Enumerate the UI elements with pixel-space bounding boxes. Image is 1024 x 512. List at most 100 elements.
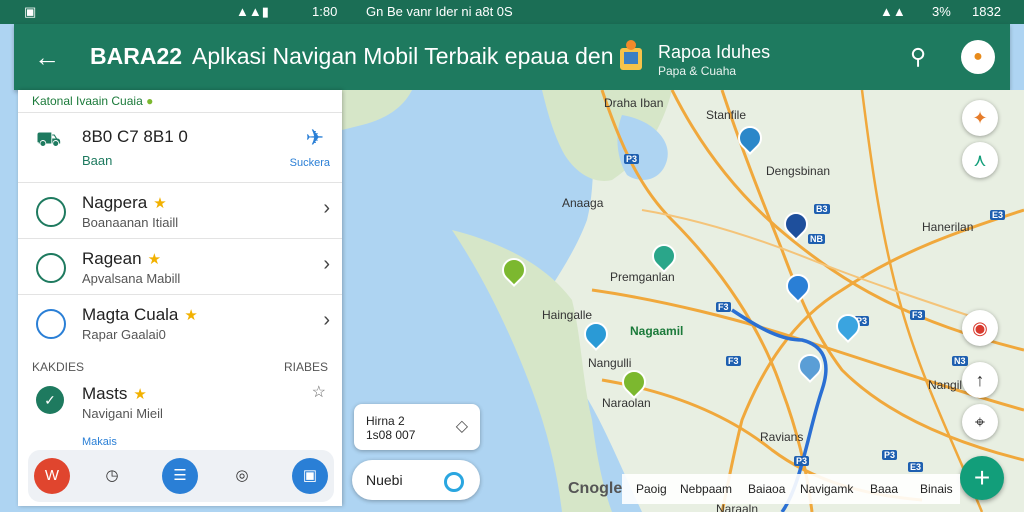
search-chip-label: Nuebi bbox=[366, 472, 403, 488]
map-label: Ravians bbox=[760, 430, 804, 444]
search-chip[interactable]: Nuebi bbox=[352, 460, 480, 500]
star-outline-icon[interactable]: ☆ bbox=[312, 382, 326, 402]
check-icon: ✓ bbox=[36, 386, 64, 414]
route-info-line2: 1s08 007 bbox=[366, 428, 416, 442]
attrib-item[interactable]: Navigamk bbox=[800, 482, 853, 496]
route-circle-icon bbox=[36, 197, 66, 227]
road-shield: P3 bbox=[882, 450, 898, 460]
map-label: Nangulli bbox=[588, 356, 632, 370]
signal-icon: ▲▲ bbox=[880, 4, 906, 19]
route-circle-icon bbox=[36, 309, 66, 339]
action-label[interactable]: Suckera bbox=[290, 157, 330, 169]
attrib-item[interactable]: Binais bbox=[920, 482, 953, 496]
list-item-title: Ragean ★ bbox=[82, 249, 162, 268]
back-icon[interactable]: ← bbox=[34, 42, 60, 73]
battery-text: 3% bbox=[932, 4, 951, 19]
page-title: Aplkasi Navigan Mobil Terbaik epaua den bbox=[192, 43, 614, 69]
car-icon: ⛟ bbox=[36, 129, 62, 151]
road-shield: B3 bbox=[814, 204, 830, 214]
chevron-right-icon[interactable]: › bbox=[323, 253, 330, 276]
menu-button[interactable]: ☰ bbox=[162, 458, 198, 494]
road-shield: F3 bbox=[716, 302, 731, 312]
road-shield: P3 bbox=[794, 456, 810, 466]
favorite-title: Masts ★ bbox=[82, 384, 147, 403]
map-label: Haingalle bbox=[542, 308, 593, 322]
speed-button[interactable]: ◷ bbox=[94, 458, 130, 494]
map-button[interactable]: ▣ bbox=[292, 458, 328, 494]
star-icon: ★ bbox=[147, 251, 162, 268]
map-label: Dengsbinan bbox=[766, 164, 831, 178]
attrib-item[interactable]: Baiaoa bbox=[748, 482, 785, 496]
route-info-line1: Hirna 2 bbox=[366, 414, 405, 428]
list-item-sub: Rapar Gaalai0 bbox=[82, 327, 166, 342]
status-bar: ▣ ▲▲▮ 1:80 Gn Be vanr Ider ni a8t 0S ▲▲ … bbox=[0, 0, 1024, 24]
bottom-toolbar: W ◷ ☰ ◎ ▣ bbox=[28, 450, 334, 502]
home-button[interactable]: W bbox=[34, 458, 70, 494]
add-button[interactable]: + bbox=[960, 456, 1004, 500]
attrib-item[interactable]: Baaa bbox=[870, 482, 898, 496]
avatar[interactable]: ● bbox=[961, 40, 995, 74]
wifi-status-icon: ▲▲▮ bbox=[236, 4, 269, 19]
app-status-icon: ▣ bbox=[24, 4, 37, 19]
camera-button[interactable]: ◎ bbox=[224, 458, 260, 494]
weather-icon bbox=[620, 40, 642, 70]
map-label: Nangil bbox=[928, 378, 963, 392]
app-name: BARA22 bbox=[90, 43, 183, 69]
search-icon[interactable]: ⚲ bbox=[910, 44, 926, 70]
status-center-text: Gn Be vanr Ider ni a8t 0S bbox=[366, 4, 513, 19]
route-circle-icon bbox=[36, 253, 66, 283]
map-label: Premganlan bbox=[610, 270, 675, 284]
list-item[interactable]: Magta Cuala ★ Rapar Gaalai0 › bbox=[18, 294, 342, 351]
list-item-sub: Apvalsana Mabill bbox=[82, 271, 181, 286]
route-icon[interactable]: ⋏ bbox=[962, 142, 998, 178]
road-shield: N3 bbox=[952, 356, 968, 366]
target-icon bbox=[444, 472, 464, 492]
star-icon: ★ bbox=[153, 195, 167, 212]
navigation-panel: Katonal Ivaain Cuaia ● ⛟ 8B0 C7 8B1 0 Ba… bbox=[18, 90, 342, 506]
current-location-sub: Baan bbox=[82, 153, 113, 168]
direction-icon: ◇ bbox=[455, 418, 468, 435]
list-item[interactable]: Nagpera ★ Boanaanan Itiaill › bbox=[18, 182, 342, 239]
weather-title: Rapoa Iduhes bbox=[658, 42, 771, 62]
list-item-title: Nagpera ★ bbox=[82, 193, 167, 212]
chevron-right-icon[interactable]: › bbox=[323, 197, 330, 220]
road-shield: E3 bbox=[990, 210, 1006, 220]
list-item-title: Magta Cuala ★ bbox=[82, 305, 198, 324]
favorite-item[interactable]: ✓ Masts ★ Navigani Mieil ☆ bbox=[18, 372, 342, 428]
current-location-row[interactable]: ⛟ 8B0 C7 8B1 0 Baan ✈ Suckera bbox=[18, 112, 342, 181]
plane-icon[interactable]: ✈ bbox=[306, 125, 324, 151]
star-icon: ★ bbox=[184, 307, 198, 324]
route-info-card[interactable]: Hirna 2 1s08 007 ◇ bbox=[354, 404, 480, 450]
attrib-item[interactable]: Nebpaam bbox=[680, 482, 732, 496]
status-time-right: 1832 bbox=[972, 4, 1001, 19]
compass-icon[interactable]: ✦ bbox=[962, 100, 998, 136]
star-icon: ★ bbox=[133, 386, 147, 403]
attrib-item[interactable]: Paoig bbox=[636, 482, 667, 496]
map-attribution-bar: Paoig Nebpaam Baiaoa Navigamk Baaa Binai… bbox=[622, 474, 960, 504]
list-item-sub: Boanaanan Itiaill bbox=[82, 215, 179, 230]
road-shield: F3 bbox=[726, 356, 741, 366]
status-time-left: 1:80 bbox=[312, 4, 338, 19]
panel-header: Katonal Ivaain Cuaia ● bbox=[32, 94, 154, 108]
favorite-sub: Navigani Mieil bbox=[82, 406, 163, 421]
map-label: Stanfile bbox=[706, 108, 747, 122]
record-icon[interactable]: ◉ bbox=[962, 310, 998, 346]
road-shield: NB bbox=[808, 234, 825, 244]
navigate-arrow-icon[interactable]: ↑ bbox=[962, 362, 998, 398]
map-logo: Cnogle bbox=[568, 480, 623, 497]
map-label: Anaaga bbox=[562, 196, 604, 210]
road-shield: E3 bbox=[908, 462, 924, 472]
weather-subtitle: Papa & Cuaha bbox=[658, 64, 737, 78]
footer-label[interactable]: Makais bbox=[82, 436, 117, 448]
chevron-right-icon[interactable]: › bbox=[323, 309, 330, 332]
map-label: Naraolan bbox=[602, 396, 651, 410]
road-shield: F3 bbox=[910, 310, 925, 320]
map-label: Hanerilan bbox=[922, 220, 974, 234]
current-location-title: 8B0 C7 8B1 0 bbox=[82, 127, 188, 146]
my-location-icon[interactable]: ⌖ bbox=[962, 404, 998, 440]
app-bar: ← BARA22 Aplkasi Navigan Mobil Terbaik e… bbox=[14, 24, 1010, 90]
road-shield: P3 bbox=[624, 154, 640, 164]
map-label: Nagaamil bbox=[630, 324, 684, 338]
map-label: Draha Iban bbox=[604, 96, 664, 110]
list-item[interactable]: Ragean ★ Apvalsana Mabill › bbox=[18, 238, 342, 295]
